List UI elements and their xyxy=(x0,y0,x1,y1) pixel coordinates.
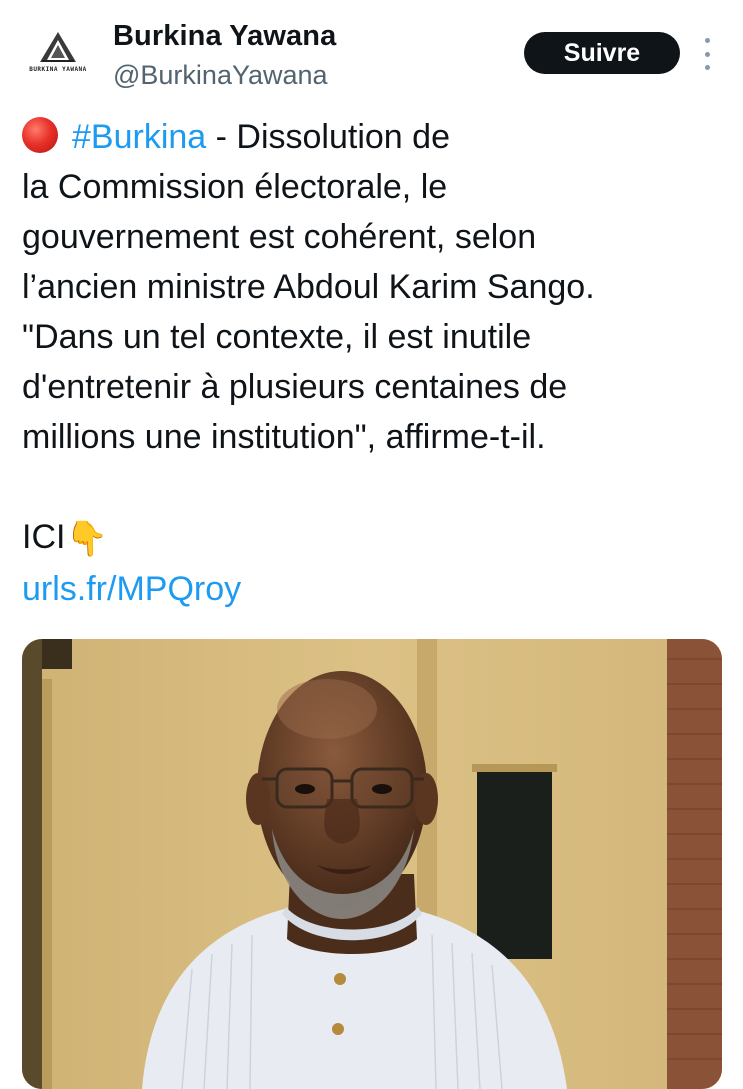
red-circle-icon xyxy=(22,117,58,153)
tweet-headline: - Dissolution de xyxy=(206,118,450,156)
logo-icon xyxy=(40,32,76,62)
tweet-line: millions une institution", affirme-t-il. xyxy=(22,418,546,456)
paragraph-break xyxy=(22,462,722,512)
cta-text: ICI xyxy=(22,518,66,556)
tweet-line: "Dans un tel contexte, il est inutile xyxy=(22,318,532,356)
tweet-line: d'entretenir à plusieurs centaines de xyxy=(22,368,568,406)
tweet-header: BURKINA YAWANA Burkina Yawana @BurkinaYa… xyxy=(0,0,743,100)
tweet-line: l’ancien ministre Abdoul Karim Sango. xyxy=(22,268,595,306)
tweet-line: la Commission électorale, le xyxy=(22,168,448,206)
logo-text: BURKINA YAWANA xyxy=(29,66,87,73)
display-name[interactable]: Burkina Yawana xyxy=(113,20,336,53)
more-vertical-icon[interactable] xyxy=(698,38,716,70)
tweet-line: gouvernement est cohérent, selon xyxy=(22,218,537,256)
hashtag-link[interactable]: #Burkina xyxy=(72,118,206,156)
follow-button[interactable]: Suivre xyxy=(524,32,680,74)
account-handle[interactable]: @BurkinaYawana xyxy=(113,60,328,91)
tweet-line-1: #Burkina - Dissolution de xyxy=(22,112,722,162)
pointing-down-icon: 👇 xyxy=(65,520,108,558)
tweet-photo[interactable] xyxy=(22,639,722,1089)
portrait-photo xyxy=(22,639,722,1089)
cta-line: ICI👇 xyxy=(22,512,722,564)
tweet-link[interactable]: urls.fr/MPQroy xyxy=(22,564,722,614)
tweet-text: #Burkina - Dissolution de la Commission … xyxy=(22,112,722,614)
account-avatar[interactable]: BURKINA YAWANA xyxy=(22,30,94,90)
